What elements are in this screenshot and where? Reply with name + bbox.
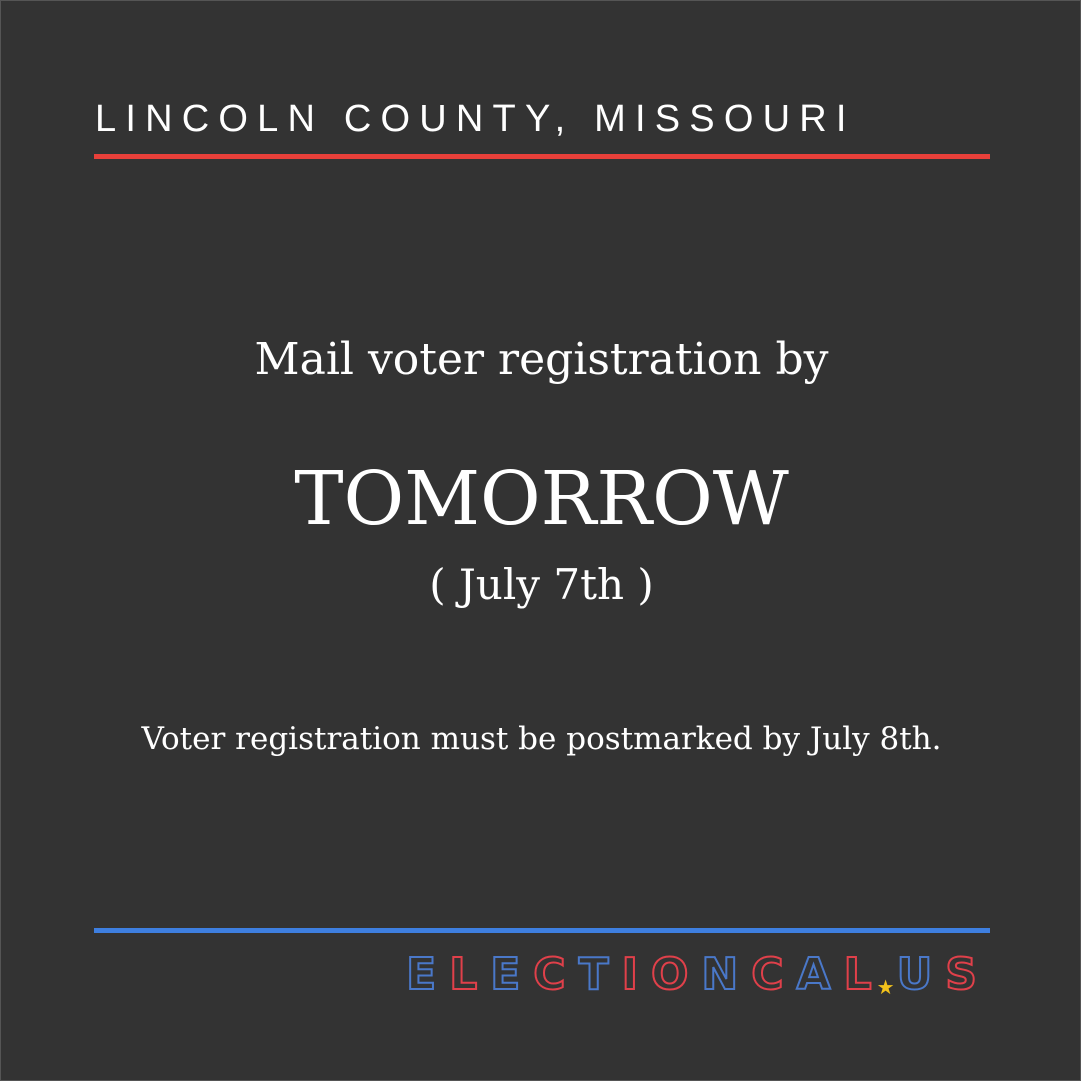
deadline-label: TOMORROW — [294, 456, 789, 542]
star-icon: ★ — [876, 975, 895, 999]
brand-letter: A — [796, 949, 844, 1001]
graphic-card: LINCOLN COUNTY, MISSOURI Mail voter regi… — [0, 0, 1081, 1081]
brand-letter: I — [621, 949, 651, 1001]
brand-letter: L — [448, 949, 491, 1001]
postmark-note: Voter registration must be postmarked by… — [141, 721, 942, 757]
brand-letter: C — [532, 949, 579, 1001]
deadline-date: ( July 7th ) — [429, 560, 654, 609]
footer-divider — [94, 928, 990, 933]
header-divider — [94, 154, 990, 159]
brand-letter: U — [896, 949, 946, 1001]
brand-logo[interactable]: ELECTIONCAL ★ US — [405, 949, 990, 1001]
headline: Mail voter registration by — [254, 334, 829, 385]
region-title: LINCOLN COUNTY, MISSOURI — [95, 98, 856, 140]
brand-letter: C — [750, 949, 797, 1001]
brand-letter: E — [405, 949, 450, 1001]
brand-letter: S — [944, 949, 990, 1001]
brand-letter: N — [700, 949, 752, 1001]
brand-letter: O — [650, 949, 702, 1001]
brand-suffix-letters: US — [896, 949, 990, 1001]
brand-letter: E — [489, 949, 534, 1001]
brand-letters: ELECTIONCAL — [405, 949, 885, 1001]
brand-letter: T — [578, 949, 622, 1001]
